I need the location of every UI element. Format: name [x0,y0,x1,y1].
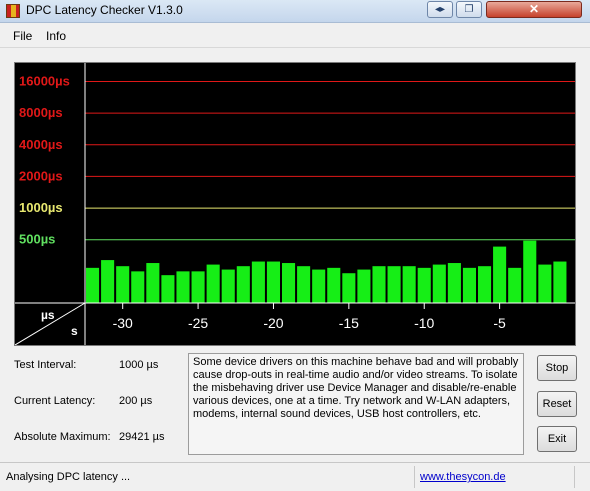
latency-bar [236,266,250,303]
dpc-latency-app-icon [6,4,20,18]
x-tick-label: -5 [493,315,506,331]
exit-button[interactable]: Exit [537,426,577,452]
y-unit-label: µs [41,308,55,322]
latency-bar [86,267,100,303]
latency-bar [357,269,371,303]
y-tick-label: 8000µs [19,105,63,120]
close-icon: ✕ [528,2,540,16]
x-tick-label: -25 [188,315,208,331]
title-bar[interactable]: DPC Latency Checker V1.3.0 ◂▸ ❐ ✕ [0,0,590,23]
x-tick-label: -10 [414,315,434,331]
latency-bar [206,264,220,303]
restore-icon: ❐ [464,4,474,15]
menu-file[interactable]: File [13,29,32,43]
absolute-maximum-value: 29421 µs [119,431,165,443]
latency-bar [191,271,205,303]
latency-bar [131,271,145,303]
window-title: DPC Latency Checker V1.3.0 [26,3,183,17]
latency-bar [312,269,326,303]
latency-bar [402,266,416,303]
restore-button[interactable]: ❐ [456,1,482,18]
menu-info[interactable]: Info [46,29,66,43]
latency-bar [251,261,265,303]
status-divider [414,466,415,488]
current-latency-value: 200 µs [119,395,153,407]
latency-bar [387,266,401,303]
left-right-arrows-icon: ◂▸ [434,4,446,15]
latency-bar [176,271,190,303]
y-tick-label: 1000µs [19,200,63,215]
latency-bar [372,266,386,303]
y-tick-label: 500µs [19,232,55,247]
latency-bar [327,267,341,303]
x-tick-label: -20 [263,315,283,331]
y-tick-label: 16000µs [19,74,70,89]
latency-chart-svg: 16000µs 8000µs 4000µs 2000µs 1000µs 500µs -30 -… [15,63,575,345]
latency-bar [462,267,476,303]
y-tick-label: 2000µs [19,168,63,183]
latency-bar [342,273,356,303]
status-bar: Analysing DPC latency ... www.thesycon.d… [0,462,590,491]
x-unit-label: s [71,324,78,338]
absolute-maximum-label: Absolute Maximum: [14,431,111,443]
latency-bar [478,266,492,303]
close-button[interactable]: ✕ [486,1,582,18]
diagnosis-message: Some device drivers on this machine beha… [188,353,524,455]
status-divider [574,466,575,488]
menu-bar: File Info [0,23,590,48]
latency-bar [116,266,130,303]
latency-bar [221,269,235,303]
latency-bar [161,275,175,303]
status-text: Analysing DPC latency ... [6,471,131,483]
latency-bar [447,263,461,303]
test-interval-label: Test Interval: [14,359,77,371]
latency-bar [282,263,296,303]
reset-button[interactable]: Reset [537,391,577,417]
stop-button[interactable]: Stop [537,355,577,381]
x-tick-label: -15 [339,315,359,331]
latency-bar [266,261,280,303]
latency-bar [523,240,537,303]
latency-bar [493,246,507,303]
latency-bar [432,264,446,303]
current-latency-label: Current Latency: [14,395,96,407]
latency-bar [538,264,552,303]
latency-bar [417,267,431,303]
y-tick-label: 4000µs [19,137,63,152]
test-interval-value: 1000 µs [119,359,159,371]
x-tick-label: -30 [113,315,133,331]
latency-chart: 16000µs 8000µs 4000µs 2000µs 1000µs 500µs -30 -… [14,62,576,346]
latency-bar [508,267,522,303]
latency-bar [553,261,567,303]
latency-bar [297,266,311,303]
resize-arrows-button[interactable]: ◂▸ [427,1,453,18]
thesycon-link[interactable]: www.thesycon.de [420,471,506,483]
latency-bar [101,260,115,303]
latency-bar [146,263,160,303]
